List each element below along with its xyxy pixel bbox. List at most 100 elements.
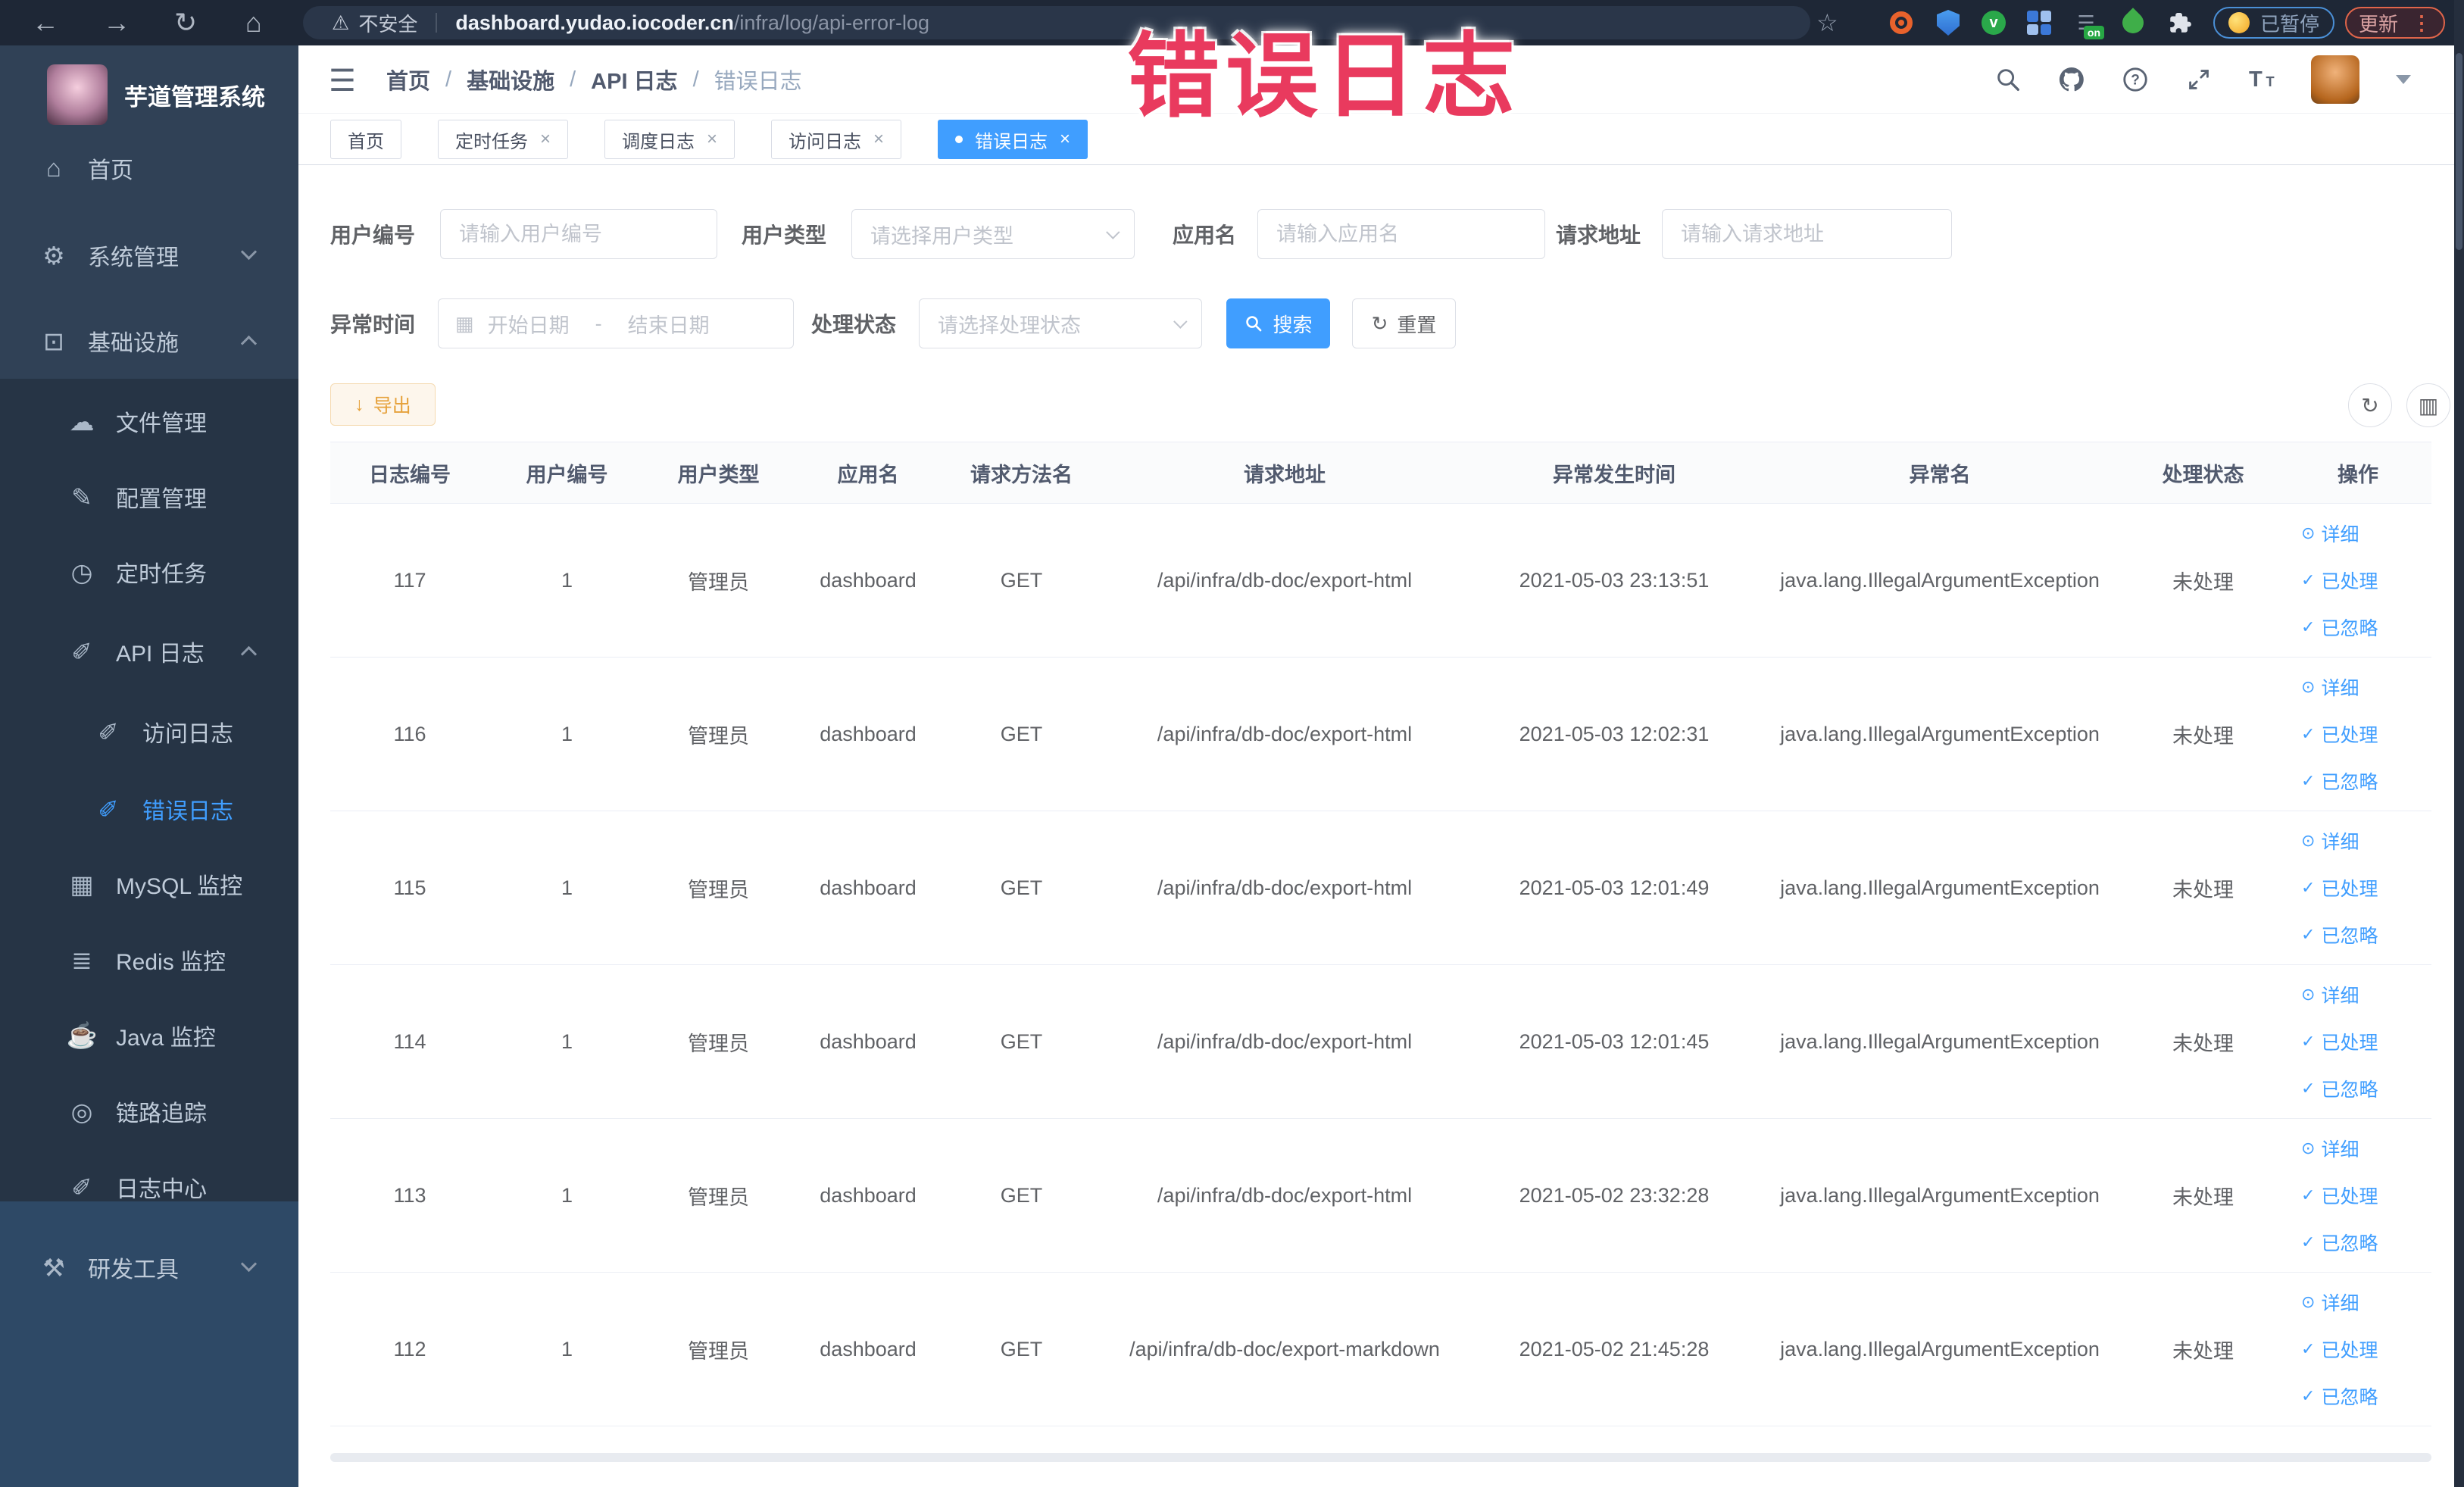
browser-update-button[interactable]: 更新 ⋮ <box>2345 7 2445 39</box>
page: ← → ↻ ⌂ ⚠ 不安全 dashboard.yudao.iocoder.cn… <box>0 0 2464 1487</box>
sidebar-item-log-center[interactable]: ✐ 日志中心 <box>0 1149 298 1225</box>
browser-back-icon[interactable]: ← <box>32 9 59 36</box>
sidebar-item-config-management[interactable]: ✎ 配置管理 <box>0 459 298 535</box>
sidebar-item-dev-tools[interactable]: ⚒ 研发工具 <box>0 1229 298 1305</box>
help-icon[interactable]: ? <box>2120 64 2150 95</box>
extension-leaf-icon[interactable] <box>2118 8 2148 38</box>
request-url-input[interactable] <box>1662 209 1953 259</box>
breadcrumb-item-home[interactable]: 首页 <box>386 64 430 95</box>
sidebar-item-java-monitor[interactable]: ☕ Java 监控 <box>0 998 298 1073</box>
sidebar-item-system-management[interactable]: ⚙ 系统管理 <box>0 217 298 293</box>
window-scrollbar[interactable] <box>2454 0 2464 1487</box>
mark-ignored-link[interactable]: ✓ 已忽略 <box>2301 614 2378 641</box>
collapse-sidebar-icon[interactable]: ☰ <box>329 64 356 98</box>
detail-link[interactable]: ⊙ 详细 <box>2301 827 2359 854</box>
detail-link[interactable]: ⊙ 详细 <box>2301 981 2359 1008</box>
page-url: dashboard.yudao.iocoder.cn/infra/log/api… <box>455 11 929 35</box>
detail-link[interactable]: ⊙ 详细 <box>2301 673 2359 701</box>
sidebar-item-redis-monitor[interactable]: ≣ Redis 监控 <box>0 922 298 998</box>
github-icon[interactable] <box>2056 64 2087 95</box>
app-logo[interactable]: 芋道管理系统 <box>0 64 298 125</box>
tab-schedule-log[interactable]: 调度日志 × <box>604 120 735 159</box>
breadcrumb-item-infrastructure[interactable]: 基础设施 <box>467 64 554 95</box>
sidebar-item-api-log[interactable]: ✐ API 日志 <box>0 614 298 689</box>
close-tab-icon[interactable]: × <box>873 130 884 148</box>
sidebar-item-access-log[interactable]: ✐ 访问日志 <box>0 694 298 770</box>
mark-ignored-link[interactable]: ✓ 已忽略 <box>2301 1382 2378 1410</box>
extension-switch-icon[interactable]: ☰ on <box>2072 9 2104 39</box>
sidebar: 芋道管理系统 ⌂ 首页 ⚙ 系统管理 ⊡ 基础设施 ☁ 文件管理 ✎ 配置管理 … <box>0 45 298 1487</box>
process-status-select[interactable]: 请选择处理状态 <box>919 298 1203 348</box>
mark-ignored-link[interactable]: ✓ 已忽略 <box>2301 921 2378 948</box>
sidebar-item-infrastructure[interactable]: ⊡ 基础设施 <box>0 303 298 379</box>
table-horizontal-scrollbar[interactable] <box>330 1453 2431 1462</box>
omnibox-divider <box>436 13 438 33</box>
search-icon[interactable] <box>1993 64 2023 95</box>
mark-processed-link[interactable]: ✓ 已处理 <box>2301 874 2378 901</box>
check-icon: ✓ <box>2301 1079 2316 1098</box>
mark-processed-link[interactable]: ✓ 已处理 <box>2301 567 2378 594</box>
browser-forward-icon[interactable]: → <box>103 9 130 36</box>
extension-green-icon[interactable]: v <box>1982 11 2006 35</box>
close-tab-icon[interactable]: × <box>707 130 717 148</box>
extensions-puzzle-icon[interactable] <box>2166 9 2194 36</box>
sidebar-item-home[interactable]: ⌂ 首页 <box>0 130 298 206</box>
fullscreen-icon[interactable] <box>2184 64 2214 95</box>
extension-orange-icon[interactable] <box>1888 9 1915 36</box>
user-type-select[interactable]: 请选择用户类型 <box>851 209 1135 259</box>
mark-processed-link[interactable]: ✓ 已处理 <box>2301 720 2378 748</box>
app-name-label: 应用名 <box>1173 223 1237 247</box>
detail-link[interactable]: ⊙ 详细 <box>2301 1289 2359 1316</box>
tab-label: 调度日志 <box>622 131 695 152</box>
sidebar-item-mysql-monitor[interactable]: ▦ MySQL 监控 <box>0 846 298 922</box>
check-icon: ✓ <box>2301 617 2316 636</box>
search-button[interactable]: 搜索 <box>1226 298 1330 348</box>
sidebar-item-trace[interactable]: ◎ 链路追踪 <box>0 1073 298 1149</box>
date-range-picker[interactable]: ▦ 开始日期 - 结束日期 <box>438 298 795 348</box>
calendar-icon: ▦ <box>455 311 474 335</box>
mark-ignored-link[interactable]: ✓ 已忽略 <box>2301 1075 2378 1102</box>
sidebar-item-file-management[interactable]: ☁ 文件管理 <box>0 383 298 459</box>
detail-link[interactable]: ⊙ 详细 <box>2301 520 2359 547</box>
mark-processed-link[interactable]: ✓ 已处理 <box>2301 1028 2378 1055</box>
close-tab-icon[interactable]: × <box>1060 130 1070 148</box>
scrollbar-thumb[interactable] <box>2456 53 2462 250</box>
font-size-icon[interactable]: TT <box>2247 64 2278 95</box>
column-settings-button[interactable]: ▥ <box>2406 383 2450 427</box>
refresh-table-button[interactable]: ↻ <box>2348 383 2392 427</box>
detail-link[interactable]: ⊙ 详细 <box>2301 1135 2359 1162</box>
reset-button[interactable]: ↻ 重置 <box>1352 298 1456 348</box>
extension-grid-icon[interactable] <box>2025 9 2053 36</box>
breadcrumb-item-api-log[interactable]: API 日志 <box>591 64 677 95</box>
tab-scheduled-tasks[interactable]: 定时任务 × <box>438 120 569 159</box>
tab-access-log[interactable]: 访问日志 × <box>771 120 902 159</box>
user-id-input[interactable] <box>440 209 718 259</box>
export-button[interactable]: ↓ 导出 <box>330 383 436 426</box>
bookmark-star-icon[interactable]: ☆ <box>1816 8 1838 37</box>
svg-text:T: T <box>2249 67 2263 92</box>
close-tab-icon[interactable]: × <box>540 130 551 148</box>
exception-time-label: 异常时间 <box>330 313 416 336</box>
browser-menu-icon[interactable]: ⋮ <box>2412 11 2431 35</box>
sidebar-item-label: 系统管理 <box>88 245 179 270</box>
sidebar-item-error-log[interactable]: ✐ 错误日志 <box>0 771 298 847</box>
extension-shield-icon[interactable] <box>1935 9 1962 36</box>
browser-home-icon[interactable]: ⌂ <box>245 9 262 36</box>
tab-home[interactable]: 首页 <box>330 120 401 159</box>
mark-ignored-link[interactable]: ✓ 已忽略 <box>2301 1229 2378 1256</box>
paused-extension-badge[interactable]: 已暂停 <box>2213 7 2335 39</box>
tab-error-log[interactable]: 错误日志 × <box>938 120 1088 159</box>
mark-ignored-link[interactable]: ✓ 已忽略 <box>2301 767 2378 795</box>
browser-reload-icon[interactable]: ↻ <box>174 9 197 36</box>
user-menu-caret-icon[interactable] <box>2396 75 2411 84</box>
user-avatar[interactable] <box>2311 55 2359 104</box>
extension-on-badge: on <box>2083 26 2104 39</box>
security-status[interactable]: ⚠ 不安全 <box>332 9 417 37</box>
address-bar[interactable]: ⚠ 不安全 dashboard.yudao.iocoder.cn/infra/l… <box>303 6 1810 39</box>
mark-processed-link[interactable]: ✓ 已处理 <box>2301 1182 2378 1209</box>
sidebar-item-scheduled-tasks[interactable]: ◷ 定时任务 <box>0 534 298 610</box>
app-name-input[interactable] <box>1257 209 1546 259</box>
check-icon: ✓ <box>2301 1232 2316 1251</box>
cell-user-id: 1 <box>489 964 645 1119</box>
mark-processed-link[interactable]: ✓ 已处理 <box>2301 1335 2378 1363</box>
